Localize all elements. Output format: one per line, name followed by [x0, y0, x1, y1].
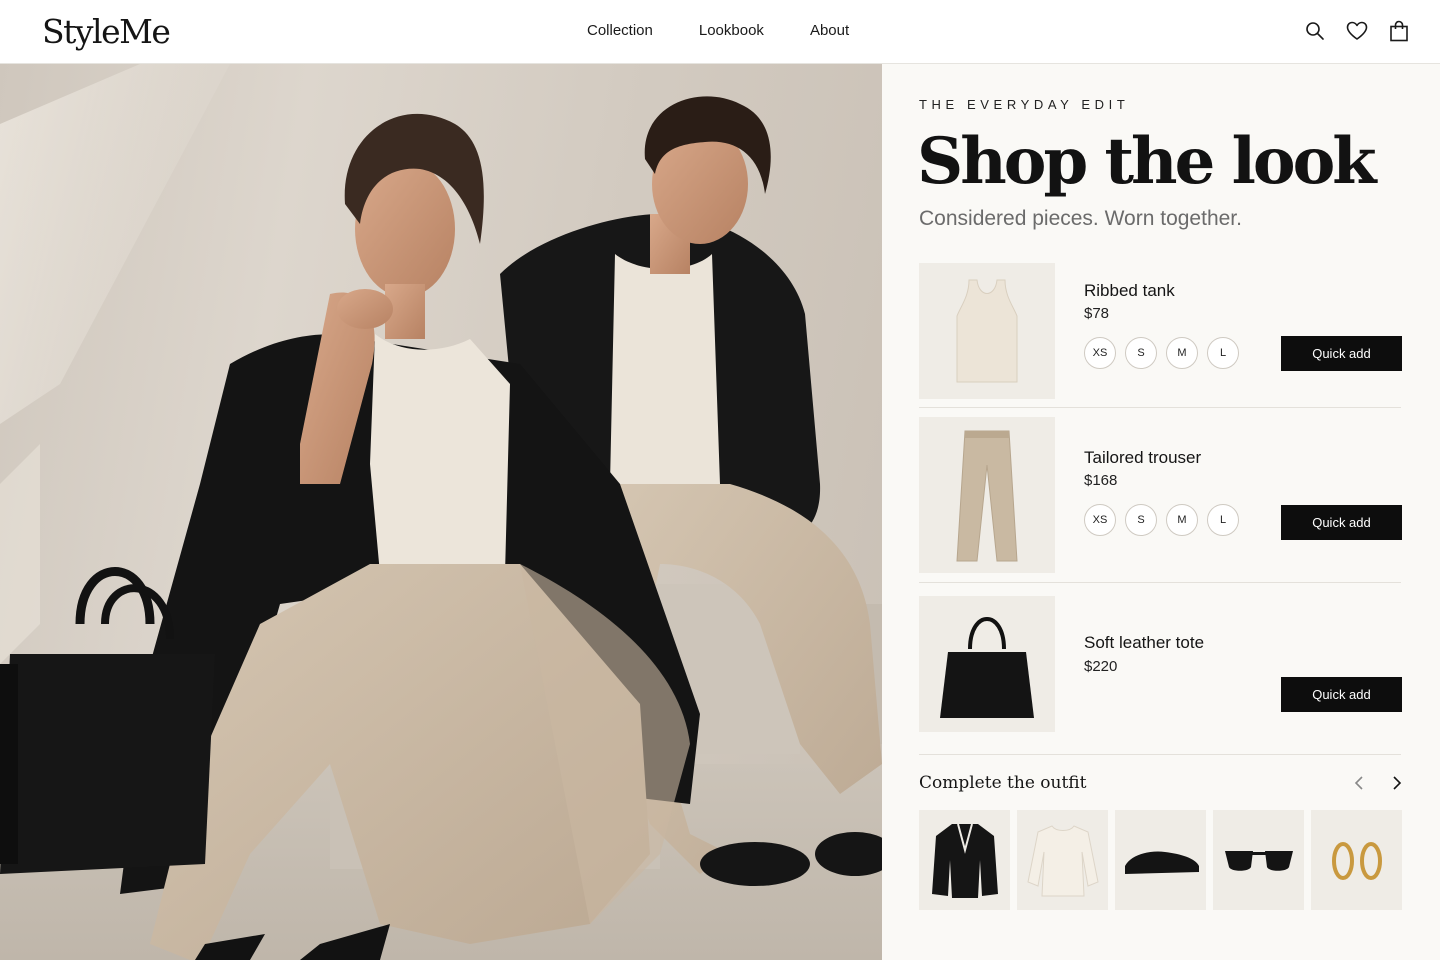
earrings-icon — [1331, 842, 1382, 880]
size-option-s[interactable]: S — [1125, 337, 1157, 369]
header-actions — [1304, 18, 1410, 44]
outfit-carousel — [919, 810, 1402, 910]
size-selector: XS S M L — [1084, 504, 1239, 536]
sweater-icon — [1026, 825, 1099, 897]
quick-add-button[interactable]: Quick add — [1281, 677, 1402, 712]
product-name[interactable]: Soft leather tote — [1084, 632, 1204, 654]
site-header: StyleMe Collection Lookbook About — [0, 0, 1440, 64]
product-card-tailored-trouser: Tailored trouser $168 XS S M L Quick add — [919, 417, 1402, 573]
outfit-item-earrings[interactable] — [1311, 810, 1402, 910]
product-thumb-tailored-trouser[interactable] — [919, 417, 1055, 573]
size-option-l[interactable]: L — [1207, 504, 1239, 536]
product-name[interactable]: Tailored trouser — [1084, 447, 1201, 469]
quick-add-button[interactable]: Quick add — [1281, 505, 1402, 540]
nav-about[interactable]: About — [810, 21, 849, 41]
product-card-ribbed-tank: Ribbed tank $78 XS S M L Quick add — [919, 263, 1402, 399]
search-icon[interactable] — [1304, 18, 1326, 44]
size-option-l[interactable]: L — [1207, 337, 1239, 369]
blazer-icon — [931, 823, 998, 898]
nav-lookbook[interactable]: Lookbook — [699, 21, 764, 41]
tank-top-icon — [956, 279, 1018, 383]
chevron-left-icon[interactable] — [1349, 773, 1369, 793]
loafer-icon — [1124, 851, 1199, 874]
outfit-item-sunglasses[interactable] — [1213, 810, 1304, 910]
divider — [919, 754, 1401, 755]
divider — [919, 582, 1401, 583]
eyebrow-label: THE EVERYDAY EDIT — [919, 97, 1130, 112]
quick-add-button[interactable]: Quick add — [1281, 336, 1402, 371]
main-nav: Collection Lookbook About — [587, 21, 849, 41]
tote-bag-icon — [940, 617, 1034, 718]
divider — [919, 407, 1401, 408]
sunglasses-icon — [1224, 851, 1293, 871]
page-title: Shop the look — [917, 124, 1377, 199]
product-thumb-soft-leather-tote[interactable] — [919, 596, 1055, 732]
nav-collection[interactable]: Collection — [587, 21, 653, 41]
product-price: $220 — [1084, 658, 1118, 675]
complete-outfit-title: Complete the outfit — [919, 773, 1087, 793]
outfit-item-blazer[interactable] — [919, 810, 1010, 910]
logo[interactable]: StyleMe — [42, 10, 171, 54]
hero-illustration — [0, 64, 882, 960]
size-option-xs[interactable]: XS — [1084, 504, 1116, 536]
chevron-right-icon[interactable] — [1387, 773, 1407, 793]
bag-icon[interactable] — [1388, 18, 1410, 44]
trouser-icon — [956, 430, 1018, 562]
outfit-item-loafer[interactable] — [1115, 810, 1206, 910]
product-thumb-ribbed-tank[interactable] — [919, 263, 1055, 399]
size-option-m[interactable]: M — [1166, 337, 1198, 369]
product-price: $168 — [1084, 472, 1118, 489]
product-card-soft-leather-tote: Soft leather tote $220 Quick add — [919, 596, 1402, 732]
heart-icon[interactable] — [1346, 18, 1368, 44]
product-price: $78 — [1084, 305, 1110, 322]
page-subtitle: Considered pieces. Worn together. — [919, 207, 1242, 230]
hero-image — [0, 64, 882, 960]
size-selector: XS S M L — [1084, 337, 1239, 369]
outfit-item-sweater[interactable] — [1017, 810, 1108, 910]
size-option-m[interactable]: M — [1166, 504, 1198, 536]
size-option-s[interactable]: S — [1125, 504, 1157, 536]
size-option-xs[interactable]: XS — [1084, 337, 1116, 369]
shop-the-look-panel: THE EVERYDAY EDIT Shop the look Consider… — [882, 64, 1440, 960]
product-name[interactable]: Ribbed tank — [1084, 280, 1175, 302]
